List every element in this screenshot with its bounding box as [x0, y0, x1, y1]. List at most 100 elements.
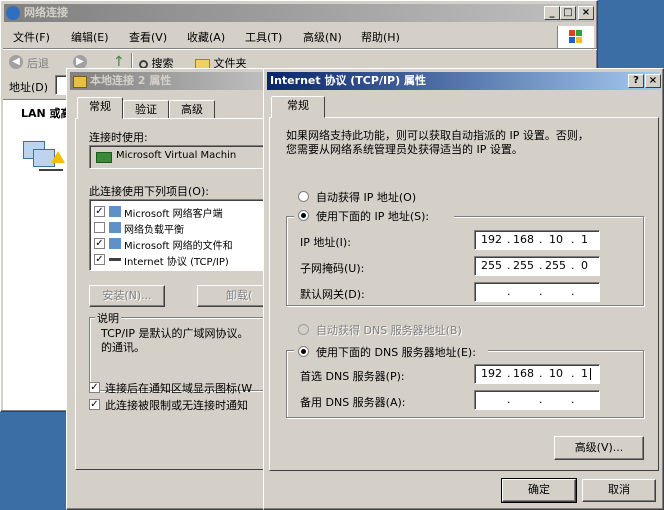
connection-properties-dialog: 本地连接 2 属性 常规 验证 高级 连接时使用: Microsoft Virt…: [66, 68, 276, 510]
item-label: Microsoft 网络的文件和: [124, 241, 233, 252]
ip-dot: .: [571, 259, 575, 272]
tab-authentication[interactable]: 验证: [123, 100, 169, 119]
connect-using-label: 连接时使用:: [89, 131, 148, 144]
notify-checkbox[interactable]: ✓: [89, 399, 100, 410]
mask-octet-2: 255: [513, 259, 534, 272]
ip-octet-4: 1: [581, 233, 588, 246]
ip-dot: .: [507, 259, 511, 272]
conn-props-titlebar[interactable]: 本地连接 2 属性: [70, 72, 272, 90]
ip-dot: .: [571, 233, 575, 246]
list-item[interactable]: ✓ Microsoft 网络的文件和: [94, 236, 264, 252]
dns-octet-2: 168: [513, 367, 534, 380]
close-button[interactable]: ×: [645, 74, 661, 88]
menu-file[interactable]: 文件(F): [13, 30, 50, 46]
auto-ip-radio[interactable]: [298, 191, 309, 202]
menu-advanced[interactable]: 高级(N): [303, 30, 342, 46]
subnet-mask-field[interactable]: 255 . 255 . 255 . 0: [474, 256, 600, 276]
back-button[interactable]: ◀ 后退: [7, 53, 67, 73]
windows-logo-icon: [557, 26, 594, 48]
ip-dot: .: [571, 367, 575, 380]
show-icon-checkbox[interactable]: ✓: [89, 382, 100, 393]
network-connection-icon[interactable]: [19, 135, 69, 181]
ip-dot: .: [539, 233, 543, 246]
gateway-label: 默认网关(D):: [300, 288, 365, 301]
item-checkbox[interactable]: ✓: [94, 254, 105, 265]
mask-octet-1: 255: [481, 259, 502, 272]
mask-octet-3: 255: [545, 259, 566, 272]
ip-octet-2: 168: [513, 233, 534, 246]
menu-tools[interactable]: 工具(T): [245, 30, 282, 46]
item-checkbox[interactable]: [94, 222, 105, 233]
network-folder-icon: [6, 6, 20, 20]
maximize-button[interactable]: □: [560, 6, 576, 20]
ip-address-label: IP 地址(I):: [300, 236, 351, 249]
cancel-button[interactable]: 取消: [582, 479, 656, 502]
close-button[interactable]: ×: [578, 6, 594, 20]
explorer-titlebar[interactable]: 网络连接: [4, 4, 594, 22]
file-sharing-icon: [109, 238, 121, 249]
use-ip-radio[interactable]: [298, 210, 309, 221]
alternate-dns-label: 备用 DNS 服务器(A):: [300, 396, 406, 409]
tcpip-titlebar[interactable]: Internet 协议 (TCP/IP) 属性: [267, 72, 660, 90]
preferred-dns-field[interactable]: 192 . 168 . 10 . 1: [474, 364, 600, 384]
menu-help[interactable]: 帮助(H): [361, 30, 400, 46]
ip-dot: .: [507, 367, 511, 380]
warning-icon: [51, 151, 65, 163]
menu-favorites[interactable]: 收藏(A): [187, 30, 225, 46]
ip-dot: .: [507, 393, 511, 406]
ip-octet-1: 192: [481, 233, 502, 246]
preferred-dns-label: 首选 DNS 服务器(P):: [300, 370, 405, 383]
list-item[interactable]: 网络负载平衡: [94, 220, 264, 236]
back-arrow-icon: ◀: [9, 55, 23, 69]
item-checkbox[interactable]: ✓: [94, 206, 105, 217]
address-label: 地址(D): [9, 81, 49, 94]
auto-dns-label: 自动获得 DNS 服务器地址(B): [316, 324, 462, 337]
network-adapter-icon: [96, 152, 112, 163]
ok-button[interactable]: 确定: [501, 478, 577, 503]
gateway-field[interactable]: . . .: [474, 282, 600, 302]
subnet-mask-label: 子网掩码(U):: [300, 262, 365, 275]
install-button[interactable]: 安装(N)...: [89, 285, 165, 307]
uninstall-button[interactable]: 卸载(: [197, 285, 269, 307]
list-item[interactable]: ✓ Internet 协议 (TCP/IP): [94, 252, 264, 268]
minimize-button[interactable]: _: [544, 6, 560, 20]
item-label: Microsoft 网络客户端: [124, 209, 223, 220]
component-list[interactable]: ✓ Microsoft 网络客户端 网络负载平衡 ✓ Microsoft 网络的…: [89, 199, 269, 271]
tab-general[interactable]: 常规: [77, 97, 123, 119]
advanced-button[interactable]: 高级(V)...: [554, 436, 644, 460]
protocol-icon: [109, 258, 121, 261]
connection-icon: [73, 76, 87, 88]
auto-dns-radio[interactable]: [298, 324, 309, 335]
ip-dot: .: [571, 393, 575, 406]
mask-octet-4: 0: [581, 259, 588, 272]
tab-general[interactable]: 常规: [271, 96, 325, 118]
ip-dot: .: [507, 233, 511, 246]
list-item[interactable]: ✓ Microsoft 网络客户端: [94, 204, 264, 220]
description-title: 说明: [95, 310, 121, 326]
adapter-name: Microsoft Virtual Machin: [116, 150, 237, 161]
ip-dot: .: [507, 285, 511, 298]
tab-advanced[interactable]: 高级: [169, 100, 215, 119]
alternate-dns-field[interactable]: . . .: [474, 390, 600, 410]
dns-octet-1: 192: [481, 367, 502, 380]
help-button[interactable]: ?: [628, 74, 644, 88]
tcpip-title: Internet 协议 (TCP/IP) 属性: [270, 74, 426, 87]
menu-view[interactable]: 查看(V): [129, 30, 167, 46]
auto-ip-label: 自动获得 IP 地址(O): [316, 191, 417, 204]
ip-dot: .: [539, 285, 543, 298]
dns-octet-3: 10: [549, 367, 563, 380]
lan-group-label: LAN 或高: [21, 107, 72, 120]
notify-label: 此连接被限制或无连接时通知: [105, 399, 248, 412]
tcpip-properties-dialog: Internet 协议 (TCP/IP) 属性 ? × 常规 如果网络支持此功能…: [263, 68, 664, 510]
item-checkbox[interactable]: ✓: [94, 238, 105, 249]
ip-dot: .: [539, 367, 543, 380]
intro-text-2: 您需要从网络系统管理员处获得适当的 IP 设置。: [286, 143, 523, 156]
ip-address-field[interactable]: 192 . 168 . 10 . 1: [474, 230, 600, 250]
text-cursor: [590, 368, 591, 380]
forward-button[interactable]: ▶: [73, 55, 87, 69]
items-label: 此连接使用下列项目(O):: [89, 185, 209, 198]
menu-edit[interactable]: 编辑(E): [71, 30, 109, 46]
explorer-title: 网络连接: [24, 6, 68, 19]
use-dns-radio[interactable]: [298, 346, 309, 357]
adapter-field: Microsoft Virtual Machin: [89, 145, 269, 169]
